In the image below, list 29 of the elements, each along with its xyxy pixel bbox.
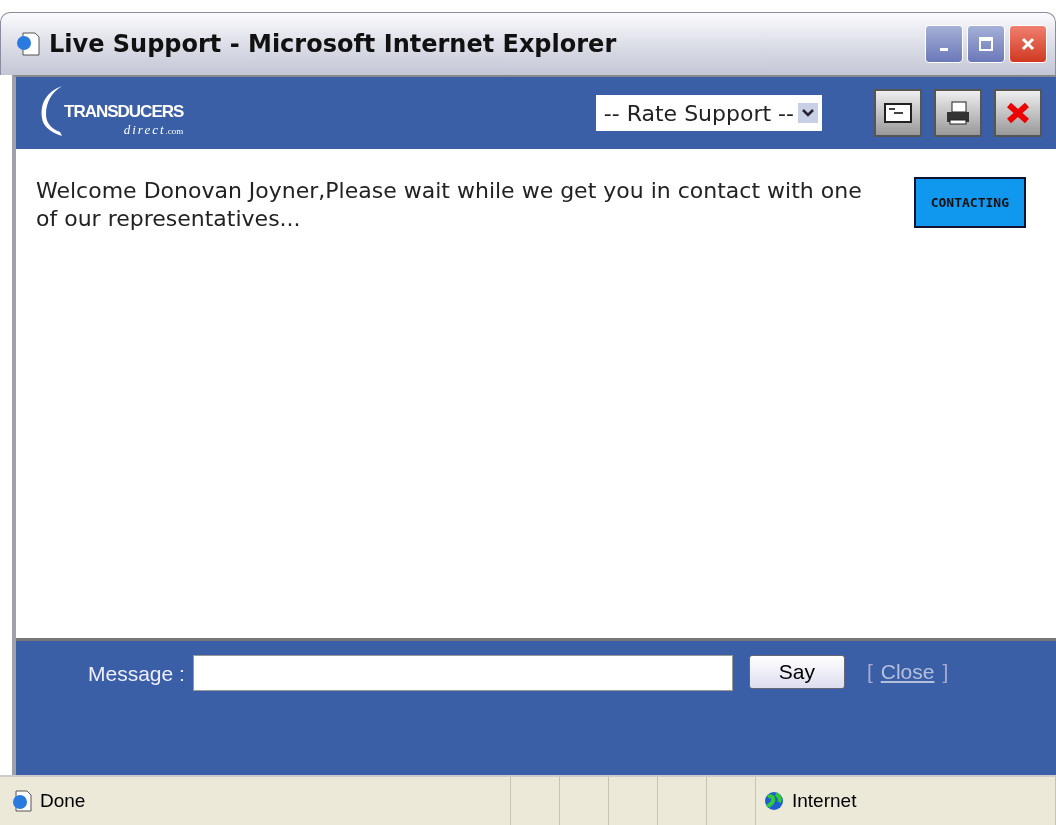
close-button[interactable]	[1009, 25, 1047, 63]
say-button[interactable]: Say	[748, 655, 845, 689]
document-icon	[15, 31, 41, 57]
window-title: Live Support - Microsoft Internet Explorer	[49, 30, 618, 58]
zone-text: Internet	[792, 790, 857, 812]
print-button[interactable]	[934, 89, 982, 137]
email-button[interactable]	[874, 89, 922, 137]
rating-dropdown[interactable]: -- Rate Support --	[595, 95, 822, 131]
printer-icon	[944, 100, 972, 126]
page-icon	[12, 790, 32, 812]
minimize-icon	[940, 47, 948, 51]
close-icon-button[interactable]	[994, 89, 1042, 137]
bracket: [	[866, 659, 873, 685]
close-icon	[1005, 101, 1031, 125]
message-input[interactable]	[192, 655, 733, 691]
minimize-button[interactable]	[925, 25, 963, 63]
message-label: Message :	[88, 661, 185, 687]
close-icon	[1020, 36, 1036, 52]
status-text: Done	[40, 790, 86, 812]
logo-text: TRANSDUCERS	[64, 102, 184, 122]
status-badge: CONTACTING	[913, 177, 1026, 228]
globe-icon	[764, 791, 784, 811]
caret-icon	[798, 103, 818, 123]
maximize-button[interactable]	[967, 25, 1005, 63]
welcome-message: Welcome Donovan Joyner,Please wait while we get you in contact with one of our representatives...	[36, 177, 863, 233]
maximize-icon	[978, 36, 994, 52]
logo-subtext: direct.com	[123, 122, 184, 138]
bracket: ]	[942, 659, 949, 685]
envelope-icon	[884, 103, 912, 123]
